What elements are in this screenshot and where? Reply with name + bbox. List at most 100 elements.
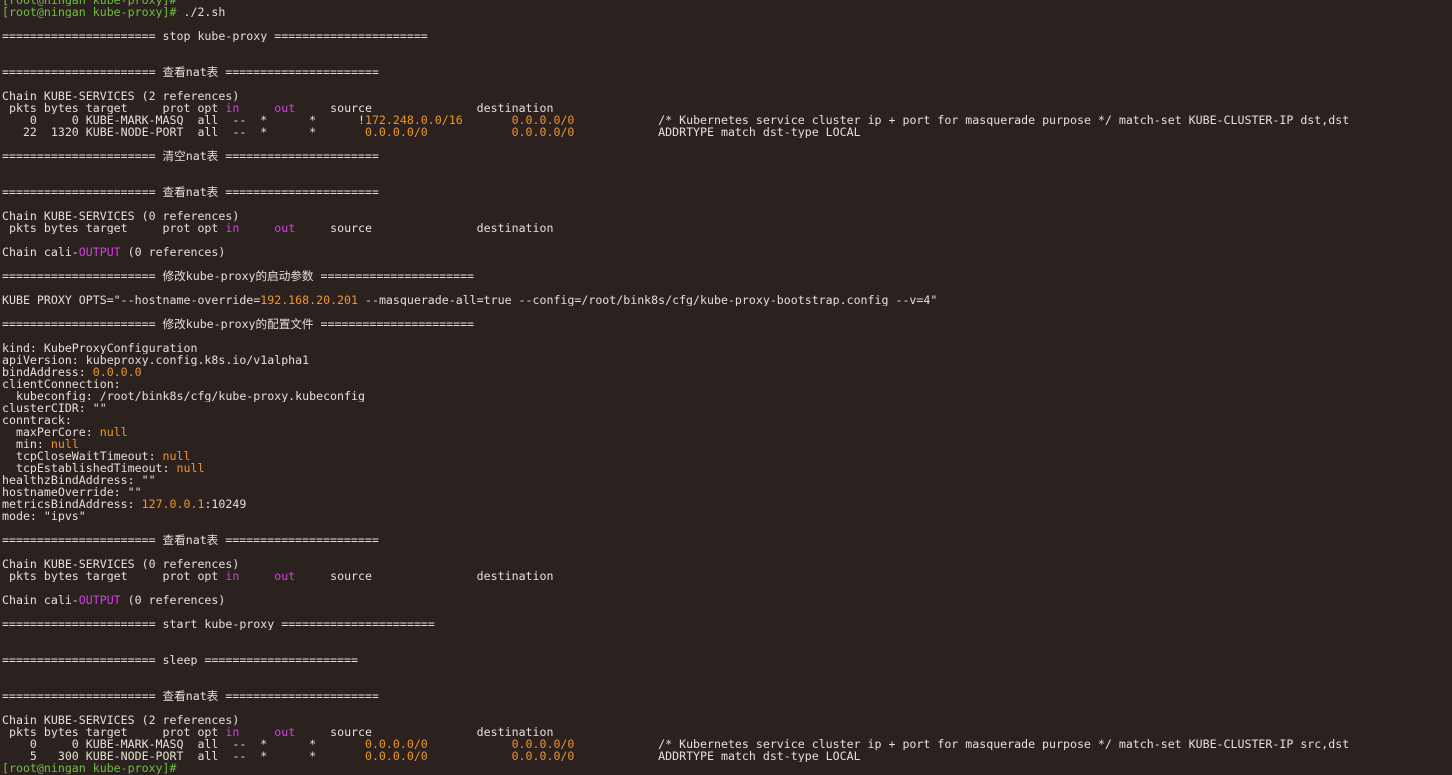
terminal-text: pkts bytes target prot opt (2, 222, 226, 234)
terminal-text: source destination (295, 570, 554, 582)
terminal-text: healthzBindAddress: "" (2, 474, 156, 486)
terminal-line: ====================== 查看nat表 ==========… (2, 66, 1452, 78)
terminal-text: hostnameOverride: "" (2, 486, 142, 498)
terminal-text: (0 references) (120, 594, 226, 606)
terminal-text: conntrack: (2, 414, 72, 426)
terminal-line: min: null (2, 438, 1452, 450)
terminal-text: ====================== 查看nat表 ==========… (2, 690, 379, 702)
terminal-text: ====================== 查看nat表 ==========… (2, 66, 379, 78)
terminal-text: OUTPUT (78, 594, 121, 606)
terminal-line: KUBE_PROXY_OPTS="--hostname-override=192… (2, 294, 1452, 306)
terminal-text: Chain cali- (2, 594, 79, 606)
shell-prompt: [root@ningan kube-proxy]# (2, 6, 177, 18)
terminal-text: 0.0.0.0/0 (364, 750, 428, 762)
terminal-line: ====================== 修改kube-proxy的启动参数… (2, 270, 1452, 282)
terminal-line: pkts bytes target prot opt in out source… (2, 726, 1452, 738)
terminal-text: pkts bytes target prot opt (2, 102, 226, 114)
terminal-text: ====================== 清空nat表 ==========… (2, 150, 379, 162)
terminal-text: 0.0.0.0/0 (364, 738, 428, 750)
terminal-text: 22 1320 KUBE-NODE-PORT all -- * * (2, 126, 365, 138)
terminal-text: 0.0.0.0/0 (364, 126, 428, 138)
terminal-text: out (274, 726, 296, 738)
terminal-line: tcpEstablishedTimeout: null (2, 462, 1452, 474)
terminal-text: out (274, 222, 296, 234)
terminal-text: ====================== 查看nat表 ==========… (2, 186, 379, 198)
terminal-line: Chain KUBE-SERVICES (2 references) (2, 90, 1452, 102)
terminal-line: [root@ningan kube-proxy]# (2, 762, 1452, 774)
terminal-text: 0.0.0.0/0 (511, 750, 575, 762)
terminal-line: kubeconfig: /root/bink8s/cfg/kube-proxy.… (2, 390, 1452, 402)
terminal-text: ====================== start kube-proxy … (2, 618, 435, 630)
terminal-text: in (225, 570, 240, 582)
terminal-line: hostnameOverride: "" (2, 486, 1452, 498)
terminal-text: ADDRTYPE match dst-type LOCAL (574, 126, 861, 138)
terminal-line: ====================== 查看nat表 ==========… (2, 690, 1452, 702)
terminal-text: min: (2, 438, 51, 450)
terminal-text: in (225, 102, 240, 114)
terminal-line: 22 1320 KUBE-NODE-PORT all -- * * 0.0.0.… (2, 126, 1452, 138)
terminal-line: mode: "ipvs" (2, 510, 1452, 522)
terminal-text: bindAddress: (2, 366, 93, 378)
terminal-text: apiVersion: kubeproxy.config.k8s.io/v1al… (2, 354, 310, 366)
terminal-text: source destination (295, 726, 554, 738)
terminal-text: 0.0.0.0/0 (511, 126, 575, 138)
terminal-text: clientConnection: (2, 378, 121, 390)
terminal-text: 0.0.0.0/0 (511, 738, 575, 750)
terminal-line: pkts bytes target prot opt in out source… (2, 570, 1452, 582)
terminal-line: ====================== stop kube-proxy =… (2, 30, 1452, 42)
terminal-line: metricsBindAddress: 127.0.0.1:10249 (2, 498, 1452, 510)
terminal-line: ====================== sleep ===========… (2, 654, 1452, 666)
terminal-text: pkts bytes target prot opt (2, 726, 226, 738)
terminal-text: --masquerade-all=true --config=/root/bin… (358, 294, 938, 306)
terminal-line: bindAddress: 0.0.0.0 (2, 366, 1452, 378)
terminal-text: 0 0 KUBE-MARK-MASQ all -- * * (2, 738, 365, 750)
terminal-text: in (225, 726, 240, 738)
terminal-window[interactable]: [root@ningan kube-proxy]# [root@ningan ku… (0, 0, 1452, 775)
terminal-text: Chain KUBE-SERVICES (2 references) (2, 90, 240, 102)
terminal-line: ====================== 查看nat表 ==========… (2, 534, 1452, 546)
terminal-text: kubeconfig: /root/bink8s/cfg/kube-proxy.… (2, 390, 365, 402)
terminal-text: :10249 (204, 498, 247, 510)
terminal-text: ====================== 修改kube-proxy的配置文件… (2, 318, 475, 330)
terminal-text: source destination (295, 102, 554, 114)
terminal-line: Chain KUBE-SERVICES (0 references) (2, 558, 1452, 570)
terminal-line: ====================== start kube-proxy … (2, 618, 1452, 630)
terminal-text: tcpCloseWaitTimeout: (2, 450, 163, 462)
terminal-line: apiVersion: kubeproxy.config.k8s.io/v1al… (2, 354, 1452, 366)
terminal-line: Chain cali-OUTPUT (0 references) (2, 594, 1452, 606)
terminal-text: OUTPUT (78, 246, 121, 258)
terminal-text: (0 references) (120, 246, 226, 258)
terminal-text: Chain KUBE-SERVICES (0 references) (2, 558, 240, 570)
terminal-text: ./2.sh (176, 6, 226, 18)
terminal-text: clusterCIDR: "" (2, 402, 107, 414)
terminal-text: 0.0.0.0 (92, 366, 142, 378)
terminal-text: 0 0 KUBE-MARK-MASQ all -- * * ! (2, 114, 365, 126)
terminal-text: source destination (295, 222, 554, 234)
terminal-line: healthzBindAddress: "" (2, 474, 1452, 486)
terminal-line: ====================== 清空nat表 ==========… (2, 150, 1452, 162)
terminal-text: 127.0.0.1 (141, 498, 205, 510)
terminal-text: 172.248.0.0/16 (364, 114, 463, 126)
terminal-text: null (50, 438, 79, 450)
terminal-line: clientConnection: (2, 378, 1452, 390)
terminal-text: ====================== 查看nat表 ==========… (2, 534, 379, 546)
terminal-text: null (162, 450, 191, 462)
terminal-text: Chain KUBE-SERVICES (2 references) (2, 714, 240, 726)
